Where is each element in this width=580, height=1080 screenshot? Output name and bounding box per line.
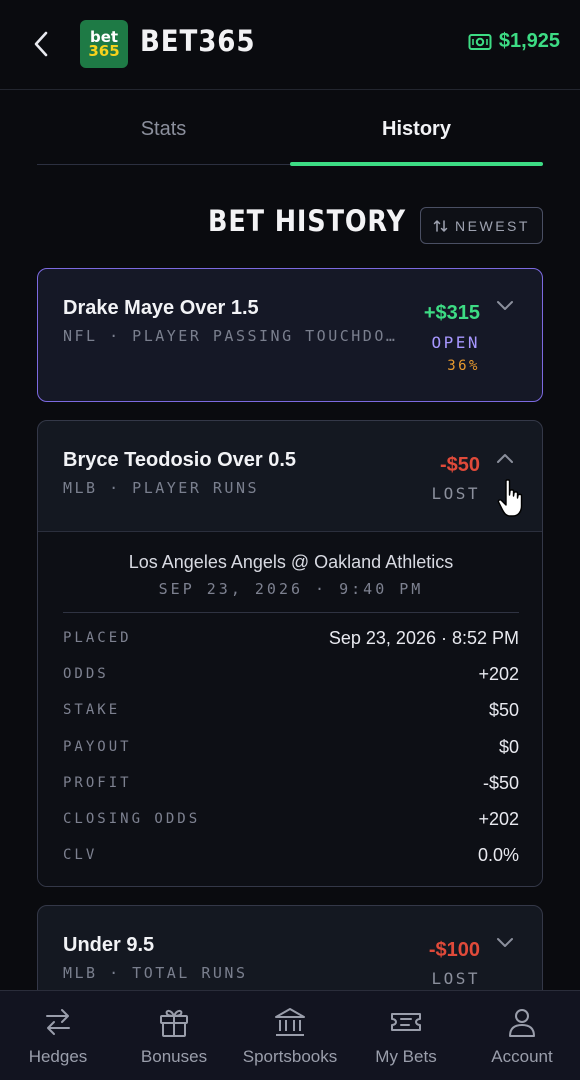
tab-history[interactable]: History (290, 100, 543, 166)
detail-value: Sep 23, 2026 · 8:52 PM (328, 627, 519, 648)
logo-text-bottom: 365 (88, 42, 120, 60)
detail-row-payout: PAYOUT $0 (63, 735, 519, 759)
sportsbook-logo: bet 365 (80, 20, 128, 68)
nav-label: Bonuses (140, 1047, 208, 1066)
bet-card[interactable]: Drake Maye Over 1.5 NFL · PLAYER PASSING… (37, 268, 543, 402)
detail-label: ODDS (63, 666, 109, 682)
detail-value: +202 (478, 808, 519, 829)
sort-label: NEWEST (455, 217, 530, 234)
detail-label: STAKE (63, 702, 121, 718)
detail-label: CLOSING ODDS (63, 811, 201, 827)
sort-icon (433, 219, 448, 232)
game-matchup: Los Angeles Angels @ Oakland Athletics (128, 552, 454, 572)
detail-row-placed: PLACED Sep 23, 2026 · 8:52 PM (63, 626, 519, 650)
detail-label: CLV (63, 847, 98, 863)
nav-label: My Bets (375, 1047, 437, 1066)
bet-status: LOST (431, 484, 480, 503)
collapse-button[interactable] (496, 449, 514, 467)
detail-label: PROFIT (63, 775, 132, 791)
bet-title: Under 9.5 (63, 934, 155, 956)
nav-account[interactable]: Account (464, 991, 580, 1080)
bet-percent: 36% (447, 358, 480, 374)
bet-title: Drake Maye Over 1.5 (63, 297, 259, 319)
nav-label: Hedges (28, 1047, 88, 1066)
sort-button[interactable]: NEWEST (420, 207, 543, 244)
bet-status: OPEN (431, 333, 480, 352)
sportsbook-title: BET365 (140, 24, 256, 58)
nav-my-bets[interactable]: My Bets (348, 991, 464, 1080)
bet-market: MLB · PLAYER RUNS (63, 479, 260, 497)
chevron-left-icon (34, 31, 48, 57)
nav-hedges[interactable]: Hedges (0, 991, 116, 1080)
bank-icon (275, 1008, 305, 1036)
app-header: bet 365 BET365 $1,925 (0, 0, 580, 90)
cash-icon (468, 33, 492, 50)
bet-amount: -$50 (439, 454, 480, 476)
bet-amount: +$315 (423, 302, 480, 324)
bet-market: MLB · TOTAL RUNS (63, 964, 248, 982)
nav-bonuses[interactable]: Bonuses (116, 991, 232, 1080)
bet-status: LOST (431, 969, 480, 988)
chevron-down-icon (497, 938, 513, 947)
detail-value: 0.0% (477, 844, 519, 865)
tab-stats[interactable]: Stats (37, 100, 290, 164)
chevron-up-icon (497, 454, 513, 463)
detail-row-odds: ODDS +202 (63, 662, 519, 686)
detail-row-clv: CLV 0.0% (63, 843, 519, 867)
chevron-down-icon (497, 301, 513, 310)
balance-amount: $1,925 (498, 30, 560, 52)
divider (63, 612, 519, 613)
expand-button[interactable] (496, 934, 514, 952)
bet-card-expanded[interactable]: Bryce Teodosio Over 0.5 MLB · PLAYER RUN… (37, 420, 543, 887)
detail-value: $50 (488, 699, 519, 720)
detail-row-stake: STAKE $50 (63, 698, 519, 722)
detail-row-profit: PROFIT -$50 (63, 771, 519, 795)
detail-value: -$50 (482, 772, 519, 793)
detail-value: $0 (498, 736, 519, 757)
user-icon (509, 1009, 535, 1037)
bet-market: NFL · PLAYER PASSING TOUCHDOWNS (63, 327, 403, 345)
hand-cursor-icon (497, 479, 523, 517)
nav-label: Sportsbooks (242, 1047, 338, 1066)
detail-value: +202 (478, 663, 519, 684)
detail-row-closing-odds: CLOSING ODDS +202 (63, 807, 519, 831)
bet-title: Bryce Teodosio Over 0.5 (63, 449, 297, 471)
game-time: SEP 23, 2026 · 9:40 PM (158, 580, 424, 598)
page-title: BET HISTORY (208, 204, 406, 238)
bottom-navigation: Hedges Bonuses Sportsbooks My Bets Accou… (0, 990, 580, 1080)
nav-label: Account (491, 1047, 553, 1066)
bet-details: Los Angeles Angels @ Oakland Athletics S… (38, 531, 542, 886)
tab-bar: Stats History (37, 100, 543, 166)
gift-icon (160, 1009, 188, 1037)
back-button[interactable] (30, 28, 52, 60)
bet-amount: -$100 (428, 939, 480, 961)
arrows-swap-icon (46, 1009, 70, 1035)
nav-sportsbooks[interactable]: Sportsbooks (232, 991, 348, 1080)
expand-button[interactable] (496, 297, 514, 315)
ticket-icon (391, 1013, 421, 1031)
detail-label: PAYOUT (63, 739, 132, 755)
balance-display[interactable]: $1,925 (468, 30, 560, 53)
detail-label: PLACED (63, 630, 132, 646)
